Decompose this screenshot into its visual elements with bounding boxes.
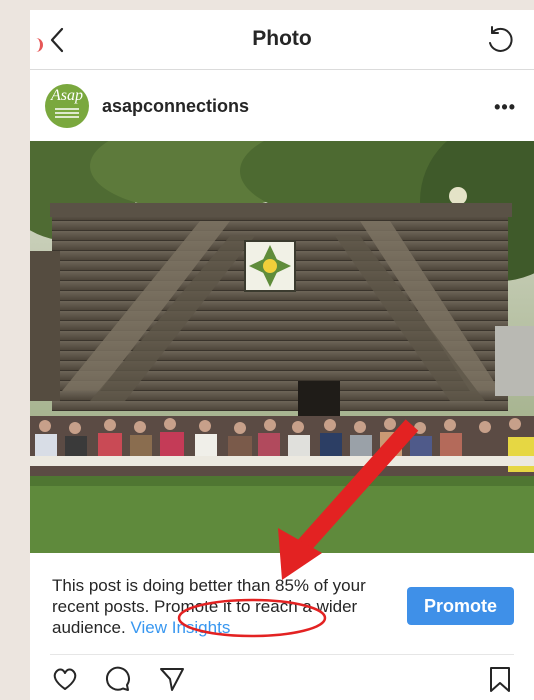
share-icon[interactable] — [158, 665, 186, 693]
comment-icon[interactable] — [104, 665, 132, 693]
divider — [50, 654, 514, 655]
post-header: Asap asapconnections ••• — [30, 82, 534, 130]
promote-button[interactable]: Promote — [407, 587, 514, 625]
avatar-logo-lines — [55, 106, 79, 120]
phone-screen: Photo Asap asapconnections ••• This post… — [30, 10, 534, 700]
heart-icon[interactable] — [51, 665, 79, 693]
top-bar: Photo — [30, 10, 534, 70]
insight-message-block: This post is doing better than 85% of yo… — [52, 575, 402, 638]
more-icon[interactable]: ••• — [494, 98, 516, 116]
insights-banner: This post is doing better than 85% of yo… — [30, 553, 534, 653]
refresh-icon[interactable] — [484, 24, 516, 56]
view-insights-link[interactable]: View Insights — [130, 618, 230, 637]
username[interactable]: asapconnections — [102, 96, 249, 117]
bookmark-icon[interactable] — [486, 665, 514, 693]
avatar-logo-text: Asap — [51, 87, 83, 104]
post-photo[interactable] — [30, 141, 534, 553]
avatar[interactable]: Asap — [45, 84, 89, 128]
page-title: Photo — [252, 27, 312, 50]
